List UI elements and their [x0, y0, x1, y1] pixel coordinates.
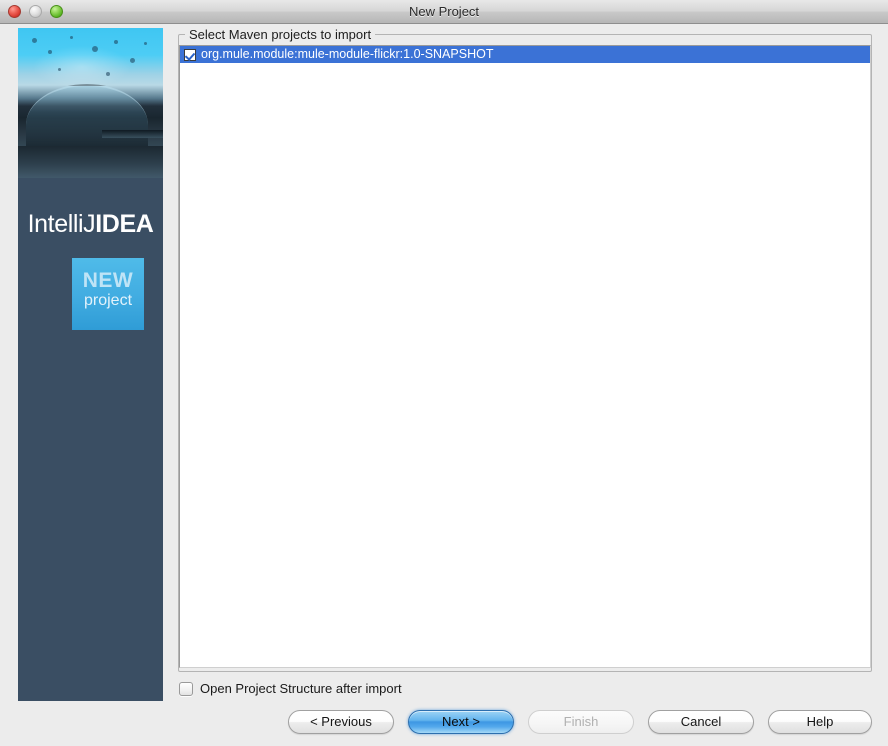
- open-project-structure-label: Open Project Structure after import: [200, 681, 402, 696]
- open-project-structure-checkbox[interactable]: Open Project Structure after import: [179, 681, 402, 696]
- logo-intellij-text: IntelliJ: [27, 210, 96, 238]
- finish-button: Finish: [528, 710, 634, 734]
- splash-rim-shape: [26, 84, 148, 152]
- droplet-icon: [130, 58, 135, 63]
- dialog-button-bar: < Previous Next > Finish Cancel Help: [0, 710, 888, 736]
- new-project-dialog: New Project IntelliJIDEA NEW project Sel…: [0, 0, 888, 746]
- badge-new-label: NEW: [82, 269, 134, 292]
- droplet-icon: [48, 50, 52, 54]
- droplet-icon: [114, 40, 118, 44]
- dialog-sidebar: IntelliJIDEA NEW project: [18, 28, 163, 701]
- checkbox-unchecked-icon[interactable]: [179, 681, 193, 696]
- droplet-icon: [58, 68, 61, 71]
- logo-idea-text: IDEA: [95, 210, 154, 238]
- maven-projects-list[interactable]: org.mule.module:mule-module-flickr:1.0-S…: [179, 45, 871, 668]
- droplet-icon: [92, 46, 98, 52]
- droplet-icon: [106, 72, 110, 76]
- groupbox-title: Select Maven projects to import: [185, 27, 376, 42]
- badge-project-label: project: [83, 292, 133, 309]
- droplet-icon: [32, 38, 37, 43]
- checkbox-checked-icon[interactable]: [184, 48, 196, 61]
- intellij-idea-logo: IntelliJIDEA: [18, 210, 163, 239]
- window-title: New Project: [408, 4, 480, 19]
- splash-base-shape: [18, 146, 163, 178]
- list-item-label: org.mule.module:mule-module-flickr:1.0-S…: [201, 47, 494, 61]
- cancel-button[interactable]: Cancel: [648, 710, 754, 734]
- next-button[interactable]: Next >: [408, 710, 514, 734]
- window-titlebar: New Project: [0, 0, 888, 24]
- list-item[interactable]: org.mule.module:mule-module-flickr:1.0-S…: [180, 46, 870, 63]
- water-splash-image: [18, 28, 163, 178]
- new-project-badge: NEW project: [72, 258, 144, 330]
- droplet-icon: [70, 36, 73, 39]
- droplet-icon: [144, 42, 147, 45]
- help-button[interactable]: Help: [768, 710, 872, 734]
- splash-shelf-shape: [102, 130, 163, 138]
- previous-button[interactable]: < Previous: [288, 710, 394, 734]
